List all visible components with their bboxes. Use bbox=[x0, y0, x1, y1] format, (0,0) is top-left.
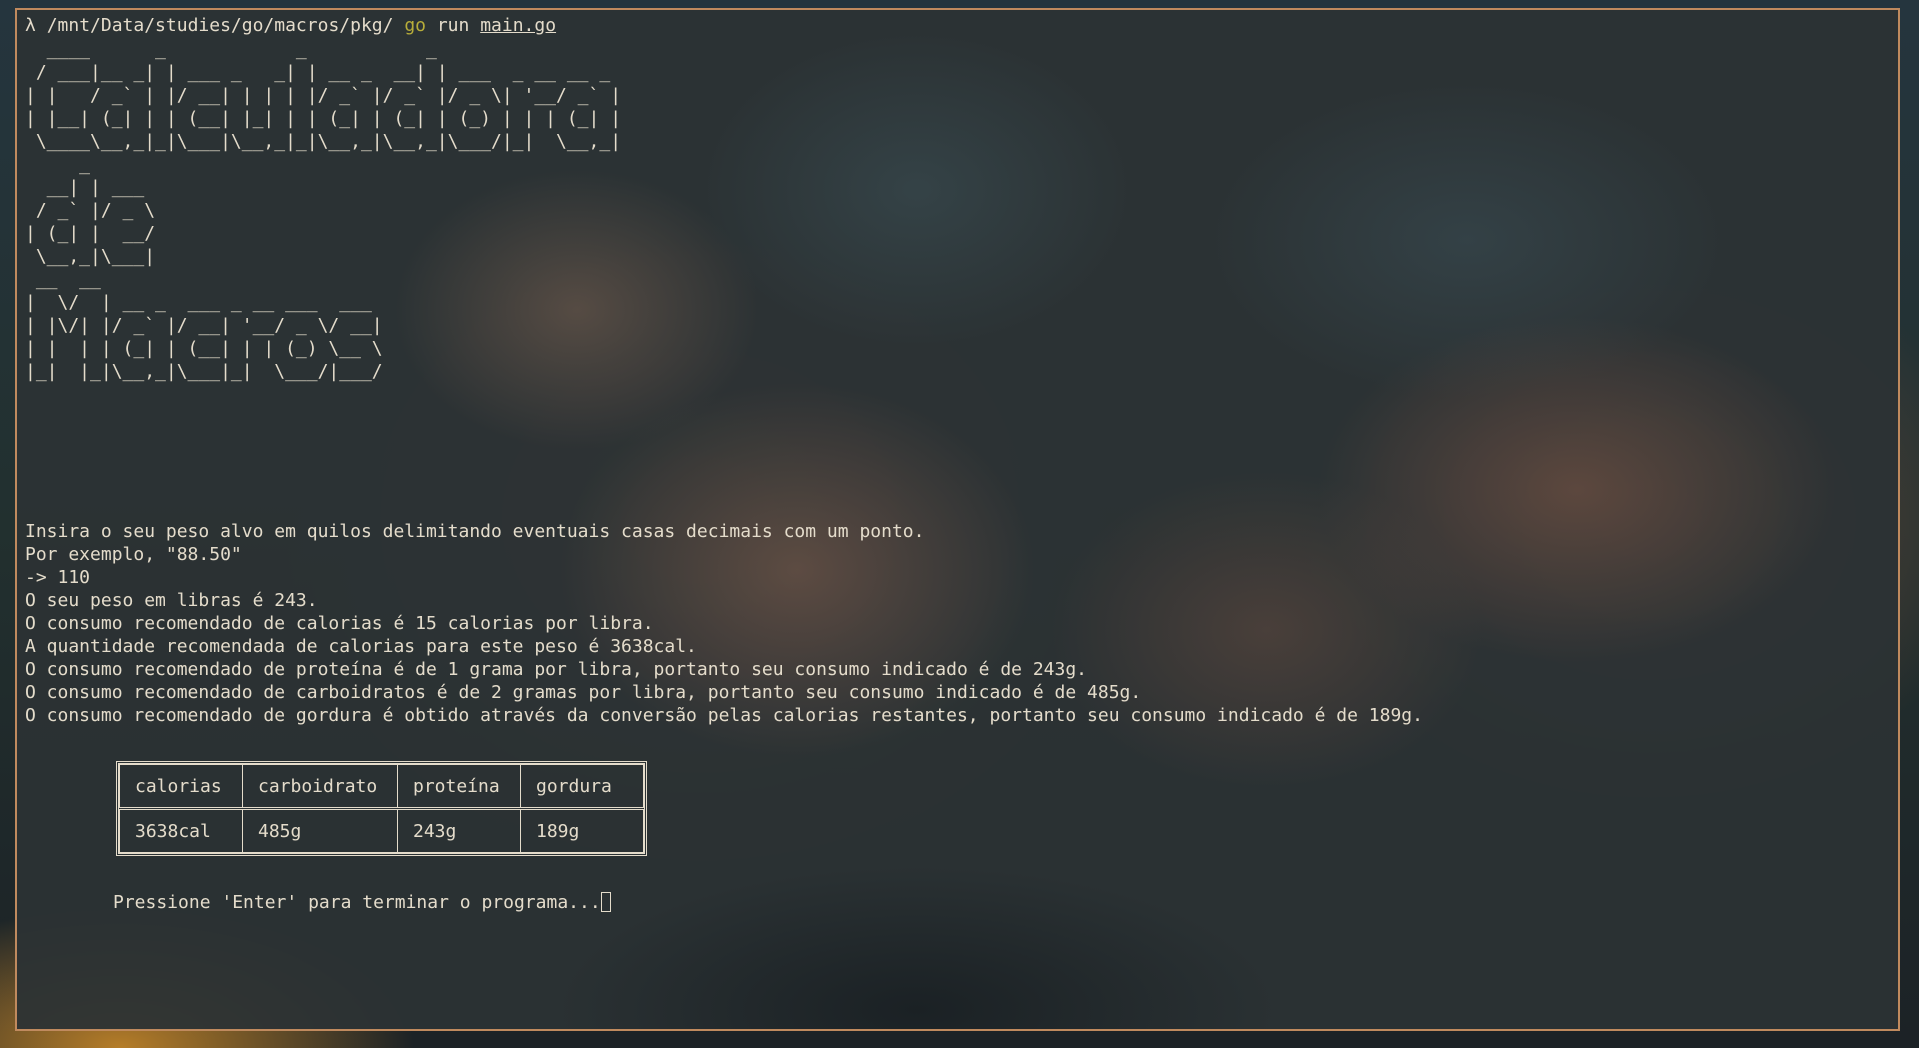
output-line: O consumo recomendado de carboidratos é … bbox=[25, 682, 1142, 703]
header-gordura: gordura bbox=[520, 764, 644, 810]
desktop-background: λ /mnt/Data/studies/go/macros/pkg/ go ru… bbox=[0, 0, 1919, 1048]
ascii-banner: ____ _ _ _ / ___|__ _| | ___ _ _| | __ _… bbox=[25, 39, 622, 382]
text-cursor bbox=[600, 892, 611, 912]
command-prompt: λ /mnt/Data/studies/go/macros/pkg/ go ru… bbox=[25, 14, 556, 37]
command-file: main.go bbox=[480, 15, 557, 36]
header-calorias: calorias bbox=[119, 764, 243, 810]
output-line: O consumo recomendado de calorias é 15 c… bbox=[25, 613, 654, 634]
output-line: Por exemplo, "88.50" bbox=[25, 544, 242, 565]
command-go: go bbox=[404, 15, 426, 36]
output-line: O consumo recomendado de proteína é de 1… bbox=[25, 659, 1088, 680]
output-line: O consumo recomendado de gordura é obtid… bbox=[25, 705, 1423, 726]
prompt-lambda: λ bbox=[25, 15, 36, 36]
exit-prompt-text: Pressione 'Enter' para terminar o progra… bbox=[113, 892, 601, 913]
header-proteina: proteína bbox=[397, 764, 521, 810]
exit-prompt-line[interactable]: Pressione 'Enter' para terminar o progra… bbox=[113, 891, 611, 914]
cell-gordura: 189g bbox=[520, 808, 644, 853]
output-line: -> 110 bbox=[25, 567, 91, 588]
cell-calorias: 3638cal bbox=[119, 808, 243, 853]
macros-table: calorias carboidrato proteína gordura 36… bbox=[116, 761, 647, 856]
command-args: run bbox=[436, 15, 470, 36]
cell-carboidrato: 485g bbox=[242, 808, 398, 853]
prompt-cwd: /mnt/Data/studies/go/macros/pkg/ bbox=[46, 15, 394, 36]
header-carboidrato: carboidrato bbox=[242, 764, 398, 810]
table-row: 3638cal 485g 243g 189g bbox=[119, 808, 644, 853]
output-line: Insira o seu peso alvo em quilos delimit… bbox=[25, 521, 925, 542]
terminal-window[interactable]: λ /mnt/Data/studies/go/macros/pkg/ go ru… bbox=[15, 8, 1900, 1031]
program-output: Insira o seu peso alvo em quilos delimit… bbox=[25, 520, 1423, 727]
output-line: O seu peso em libras é 243. bbox=[25, 590, 318, 611]
cell-proteina: 243g bbox=[397, 808, 521, 853]
output-line: A quantidade recomendada de calorias par… bbox=[25, 636, 697, 657]
table-header-row: calorias carboidrato proteína gordura bbox=[119, 764, 644, 810]
